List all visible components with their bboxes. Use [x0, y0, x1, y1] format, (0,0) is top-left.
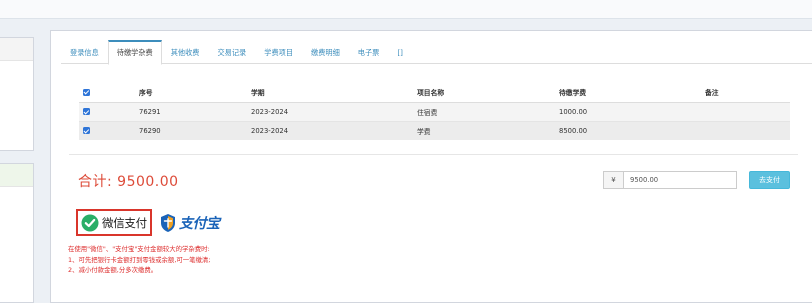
tab-fee-items[interactable]: 学费项目 [255, 40, 302, 64]
tab-empty[interactable]: [] [388, 40, 412, 64]
alipay-label: 支付宝 [179, 215, 220, 232]
row-item: 住宿费 [417, 108, 438, 117]
row-checkbox[interactable] [83, 127, 90, 135]
column-header-no: 序号 [139, 89, 153, 98]
row-note [701, 102, 790, 121]
total-amount: 合计: 9500.00 [78, 174, 179, 190]
table-row: 76291 2023-2024 住宿费 1000.00 [79, 102, 790, 121]
column-header-item: 项目名称 [417, 89, 445, 98]
tab-login-info[interactable]: 登录信息 [61, 40, 108, 64]
row-term: 2023-2024 [251, 126, 289, 135]
note-line: 2、减小付款金额,分多次缴费。 [68, 266, 158, 274]
row-item: 学费 [417, 127, 431, 136]
row-checkbox[interactable] [83, 108, 90, 115]
fees-table: 序号 学期 项目名称 待缴学费 备注 76291 2023-2024 住宿费 1… [79, 83, 790, 140]
wechat-pay-label: 微信支付 [102, 215, 147, 230]
row-no: 76290 [139, 126, 161, 135]
tab-bar: 登录信息 待缴学杂费 其他收费 交易记录 学费项目 缴费明细 电子票 [] [61, 40, 812, 65]
top-bar [0, 0, 812, 19]
tab-other-charges[interactable]: 其他收费 [162, 40, 209, 64]
payment-amount-input[interactable] [623, 171, 737, 189]
payment-notes: 在使用"微信"、"支付宝"支付金额较大的学杂费时: 1、可先把银行卡金额打到零钱… [68, 244, 210, 276]
note-line: 1、可先把银行卡金额打到零钱或余额,可一笔缴清; [68, 255, 211, 264]
row-term: 2023-2024 [251, 107, 289, 116]
column-header-fee: 待缴学费 [559, 89, 587, 98]
row-fee: 1000.00 [559, 107, 588, 116]
wechat-check-icon [81, 214, 99, 231]
table-header-row: 序号 学期 项目名称 待缴学费 备注 [79, 83, 790, 102]
side-panel-top [0, 37, 34, 151]
alipay-shield-icon [161, 213, 175, 232]
currency-addon: ¥ [603, 171, 623, 189]
row-no: 76291 [139, 107, 161, 116]
column-header-note: 备注 [705, 89, 719, 98]
side-panel-bottom [0, 163, 34, 303]
note-line: 在使用"微信"、"支付宝"支付金额较大的学杂费时: [68, 245, 210, 253]
tab-e-receipt[interactable]: 电子票 [349, 40, 389, 64]
main-panel: 登录信息 待缴学杂费 其他收费 交易记录 学费项目 缴费明细 电子票 [] 序号… [50, 30, 812, 303]
tab-payment-details[interactable]: 缴费明细 [302, 40, 349, 64]
row-fee: 8500.00 [559, 126, 588, 135]
table-row: 76290 2023-2024 学费 8500.00 [79, 121, 790, 140]
wechat-pay-option[interactable]: 微信支付 [76, 209, 152, 236]
divider [69, 154, 798, 155]
tab-transaction-records[interactable]: 交易记录 [208, 40, 255, 64]
side-panel-header [0, 164, 33, 187]
pay-button[interactable]: 去支付 [749, 171, 790, 189]
tab-pending-fees[interactable]: 待缴学杂费 [107, 40, 162, 65]
payment-amount-group: ¥ [603, 171, 737, 189]
column-header-term: 学期 [251, 89, 265, 98]
row-note [701, 121, 790, 140]
select-all-checkbox[interactable] [83, 88, 90, 96]
alipay-option[interactable]: 支付宝 [160, 209, 235, 236]
side-panel-header [0, 38, 33, 61]
